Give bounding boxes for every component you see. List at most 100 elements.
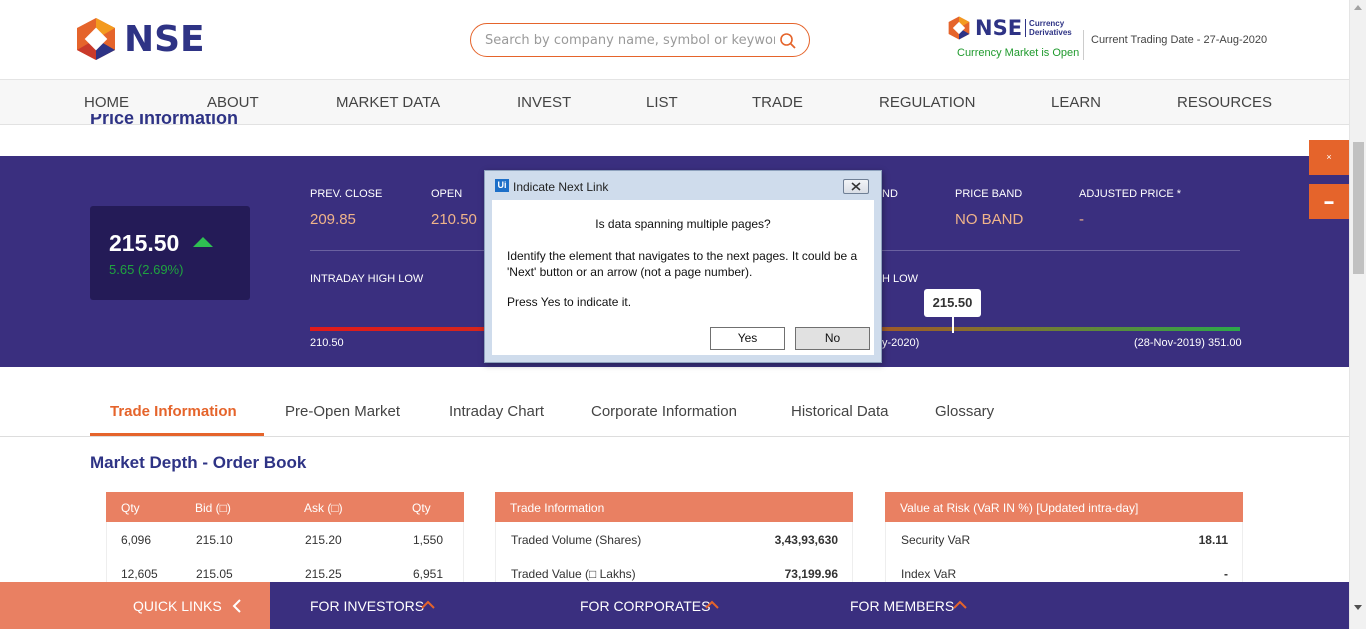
table-row-2-ask: 215.25	[305, 567, 342, 581]
dialog-question: Is data spanning multiple pages?	[595, 217, 771, 231]
var-header: Value at Risk (VaR IN %) [Updated intra-…	[885, 492, 1243, 522]
adjusted-price-label: ADJUSTED PRICE *	[1079, 188, 1182, 200]
col-bid-qty: Qty	[121, 501, 140, 515]
table-row-1-ask-qty: 1,550	[413, 533, 444, 547]
active-tab-underline	[90, 433, 264, 436]
side-close-button[interactable]: ×	[1309, 140, 1349, 175]
tab-pre-open-market[interactable]: Pre-Open Market	[285, 403, 400, 420]
up-arrow-icon	[193, 237, 213, 247]
week-low-date-partial: y-2020)	[882, 337, 920, 349]
table-row-2-bid: 215.05	[196, 567, 233, 581]
chevron-up-icon[interactable]	[421, 600, 435, 610]
trade-info-title: Trade Information	[510, 501, 605, 515]
var-body: Security VaR 18.11 Index VaR -	[885, 522, 1243, 582]
week-high-value: (28-Nov-2019) 351.00	[1134, 337, 1242, 349]
price-information-title: Price Information	[90, 114, 238, 126]
chevron-left-icon[interactable]	[232, 599, 242, 613]
dialog-instruction-1: Identify the element that navigates to t…	[507, 249, 858, 263]
dialog-body: Is data spanning multiple pages? Identif…	[492, 200, 874, 355]
nav-resources[interactable]: RESOURCES	[1177, 94, 1272, 111]
search-input[interactable]	[485, 31, 775, 49]
for-investors-link[interactable]: FOR INVESTORS	[310, 598, 424, 614]
currency-logo-text: NSE	[975, 16, 1023, 40]
index-var-label: Index VaR	[901, 567, 957, 581]
order-book-header: Qty Bid (□) Ask (□) Qty	[106, 492, 464, 522]
table-row-2-ask-qty: 6,951	[413, 567, 444, 581]
nav-learn[interactable]: LEARN	[1051, 94, 1101, 111]
info-tabs: Trade Information Pre-Open Market Intrad…	[0, 386, 1349, 437]
dialog-close-button[interactable]	[843, 179, 869, 194]
table-row-2-bid-qty: 12,605	[121, 567, 158, 581]
for-members-link[interactable]: FOR MEMBERS	[850, 598, 954, 614]
traded-volume-label: Traded Volume (Shares)	[511, 533, 642, 547]
intraday-low-value: 210.50	[310, 337, 344, 349]
quick-links-bar[interactable]: QUICK LINKS	[0, 582, 270, 629]
traded-value-label: Traded Value (□ Lakhs)	[511, 567, 636, 581]
last-price-box: 215.50 5.65 (2.69%)	[90, 206, 250, 300]
var-title: Value at Risk (VaR IN %) [Updated intra-…	[900, 501, 1139, 515]
open-label: OPEN	[431, 188, 463, 200]
trade-info-header: Trade Information	[495, 492, 853, 522]
tab-intraday-chart[interactable]: Intraday Chart	[449, 403, 544, 420]
tab-corporate-information[interactable]: Corporate Information	[591, 403, 737, 420]
col-bid-price: Bid (□)	[195, 501, 231, 515]
dialog-titlebar[interactable]: Ui Indicate Next Link	[485, 171, 881, 199]
scroll-up-icon[interactable]	[1354, 5, 1362, 10]
currency-derivatives-logo[interactable]: NSE Currency Derivatives	[947, 16, 1072, 40]
trading-date: Current Trading Date - 27-Aug-2020	[1091, 34, 1268, 46]
prev-close-label: PREV. CLOSE	[310, 188, 383, 200]
no-button[interactable]: No	[795, 327, 870, 350]
adjusted-price-value: -	[1079, 211, 1084, 228]
table-row-1-bid-qty: 6,096	[121, 533, 152, 547]
last-traded-price: 215.50	[109, 230, 180, 256]
price-band-label: PRICE BAND	[955, 188, 1023, 200]
uipath-icon: Ui	[495, 179, 509, 192]
side-feedback-button[interactable]: ▬	[1309, 184, 1349, 219]
table-row-1-bid: 215.10	[196, 533, 233, 547]
for-corporates-link[interactable]: FOR CORPORATES	[580, 598, 710, 614]
chevron-up-icon[interactable]	[953, 600, 967, 610]
price-information-title-text: Price Information	[90, 114, 239, 126]
vertical-scrollbar[interactable]	[1349, 0, 1366, 629]
currency-sub2: Derivatives	[1029, 28, 1072, 37]
currency-sub1: Currency	[1029, 19, 1065, 28]
scroll-down-icon[interactable]	[1354, 605, 1362, 610]
chevron-up-icon[interactable]	[705, 600, 719, 610]
price-change: 5.65 (2.69%)	[109, 262, 184, 277]
col-ask-price: Ask (□)	[304, 501, 343, 515]
audience-bar: FOR INVESTORS FOR CORPORATES FOR MEMBERS	[270, 582, 1349, 629]
nav-trade[interactable]: TRADE	[752, 94, 803, 111]
tab-glossary[interactable]: Glossary	[935, 403, 994, 420]
trade-info-body: Traded Volume (Shares) 3,43,93,630 Trade…	[495, 522, 853, 582]
nse-emblem-icon	[77, 18, 115, 60]
nav-home[interactable]: HOME	[84, 94, 129, 111]
tab-trade-information[interactable]: Trade Information	[110, 403, 237, 420]
market-depth-title: Market Depth - Order Book	[90, 453, 307, 472]
nav-market-data[interactable]: MARKET DATA	[336, 94, 440, 111]
nse-logo[interactable]: NSE	[74, 17, 205, 61]
header-divider	[1083, 30, 1084, 60]
nse-logo-text: NSE	[124, 18, 205, 60]
week-high-low-label: H LOW	[882, 273, 919, 285]
dialog-instruction-3: Press Yes to indicate it.	[507, 295, 632, 309]
traded-value-value: 73,199.96	[784, 567, 838, 581]
nav-about[interactable]: ABOUT	[207, 94, 259, 111]
quick-links-label[interactable]: QUICK LINKS	[133, 598, 222, 614]
scrollbar-thumb[interactable]	[1353, 142, 1364, 274]
index-var-value: -	[1224, 567, 1228, 581]
nav-regulation[interactable]: REGULATION	[879, 94, 975, 111]
traded-volume-value: 3,43,93,630	[774, 533, 838, 547]
intraday-high-low-label: INTRADAY HIGH LOW	[310, 273, 424, 285]
tab-historical-data[interactable]: Historical Data	[791, 403, 889, 420]
security-var-label: Security VaR	[901, 533, 971, 547]
partial-label: ND	[882, 188, 898, 200]
nav-invest[interactable]: INVEST	[517, 94, 571, 111]
order-book-body: 6,096 215.10 215.20 1,550 12,605 215.05 …	[106, 522, 464, 582]
current-price-marker	[952, 317, 954, 333]
market-status: Currency Market is Open	[957, 47, 1080, 59]
search-icon[interactable]	[779, 32, 797, 50]
nav-list[interactable]: LIST	[646, 94, 678, 111]
yes-button[interactable]: Yes	[710, 327, 785, 350]
col-ask-qty: Qty	[412, 501, 431, 515]
search-box[interactable]	[470, 23, 810, 57]
